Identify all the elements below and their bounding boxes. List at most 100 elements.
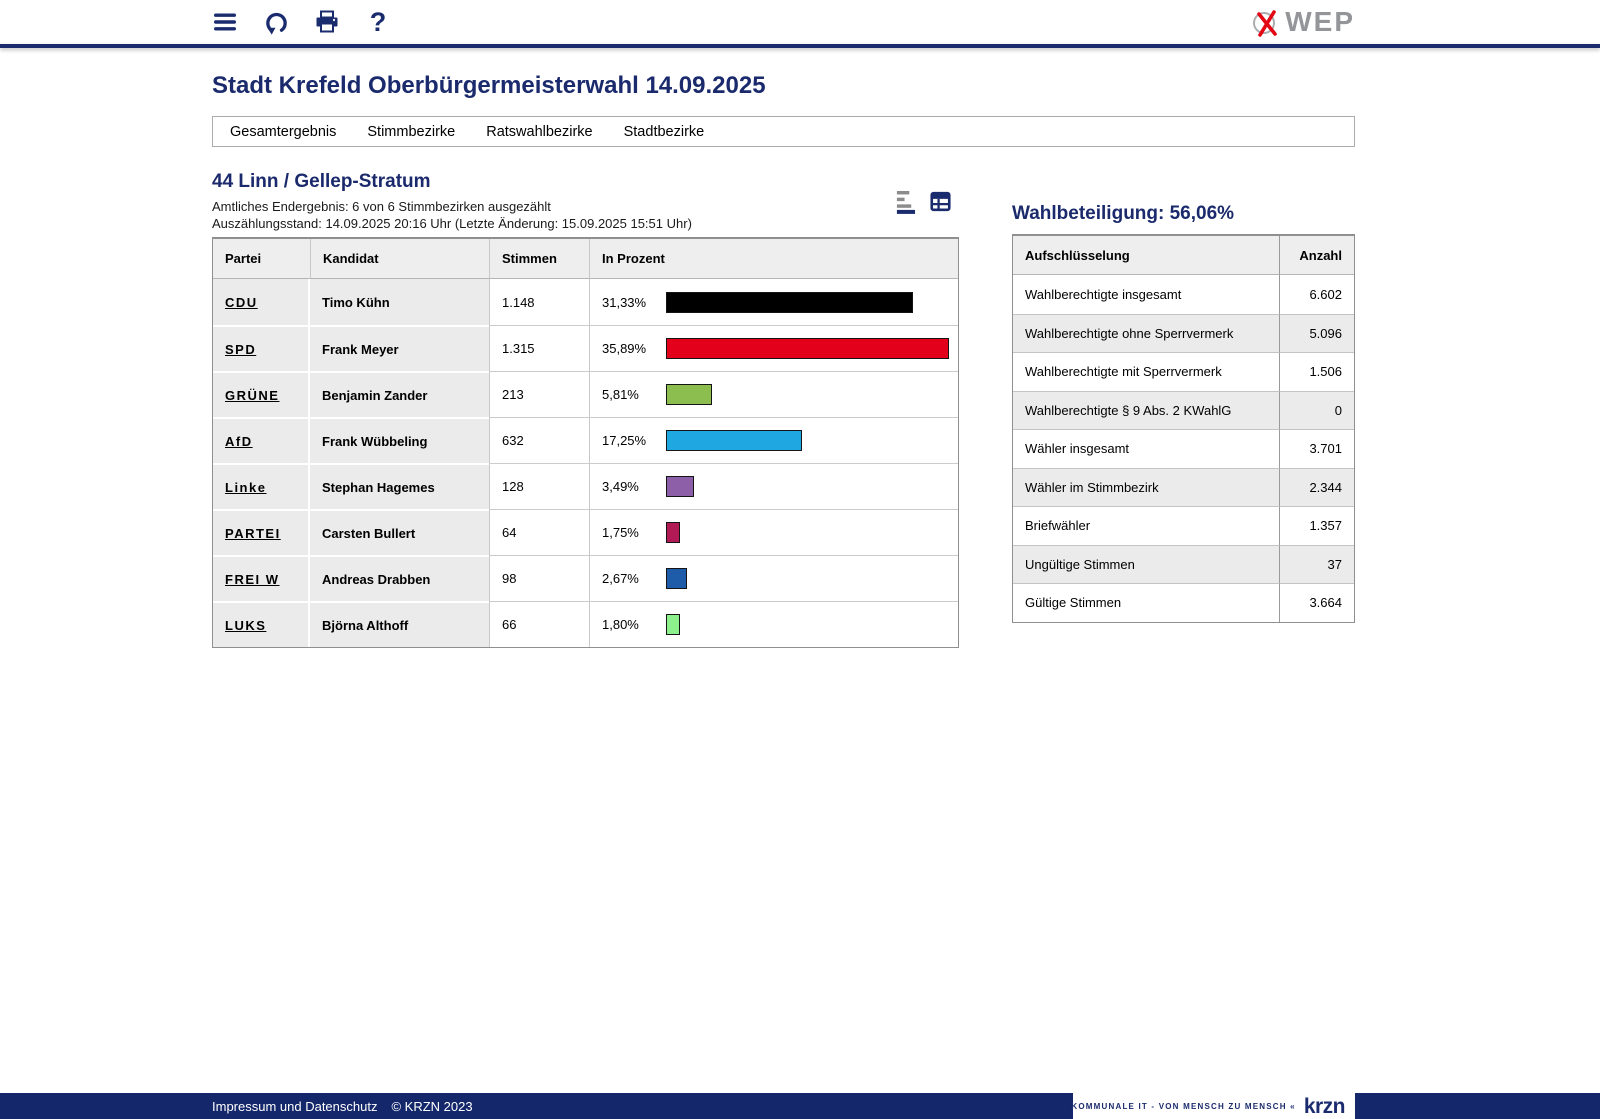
percent-bar	[666, 522, 680, 543]
turnout-row: Wahlberechtigte insgesamt6.602	[1013, 275, 1354, 314]
percent-value: 3,49%	[602, 479, 666, 494]
votes-value: 64	[489, 509, 589, 555]
votes-value: 632	[489, 417, 589, 463]
status-line-2: Auszählungsstand: 14.09.2025 20:16 Uhr (…	[212, 215, 959, 232]
percent-value: 1,80%	[602, 617, 666, 632]
candidate-name: Stephan Hagemes	[322, 480, 435, 495]
votes-value: 128	[489, 463, 589, 509]
percent-bar	[666, 384, 712, 405]
turnout-header-row: Aufschlüsselung Anzahl	[1013, 236, 1354, 275]
turnout-label: Ungültige Stimmen	[1013, 545, 1279, 584]
percent-bar	[666, 568, 687, 589]
col-header-anzahl: Anzahl	[1279, 236, 1354, 275]
turnout-label: Wahlberechtigte ohne Sperrvermerk	[1013, 314, 1279, 353]
print-icon[interactable]	[314, 9, 340, 35]
party-link[interactable]: SPD	[225, 342, 256, 357]
party-link[interactable]: GRÜNE	[225, 388, 279, 403]
turnout-row: Wahlberechtigte ohne Sperrvermerk5.096	[1013, 314, 1354, 353]
tab-stimmbezirke[interactable]: Stimmbezirke	[367, 124, 455, 140]
result-row-CDU: CDU Timo Kühn 1.148 31,33%	[213, 279, 958, 325]
turnout-heading: Wahlbeteiligung: 56,06%	[1012, 203, 1355, 225]
result-row-FREI W: FREI W Andreas Drabben 98 2,67%	[213, 555, 958, 601]
candidate-name: Andreas Drabben	[322, 572, 430, 587]
votes-value: 1.148	[489, 279, 589, 325]
turnout-row: Briefwähler1.357	[1013, 506, 1354, 545]
tab-ratswahlbezirke[interactable]: Ratswahlbezirke	[486, 124, 592, 140]
percent-value: 35,89%	[602, 341, 666, 356]
turnout-value: 6.602	[1279, 275, 1354, 314]
candidate-name: Frank Meyer	[322, 342, 399, 357]
turnout-label: Wähler insgesamt	[1013, 429, 1279, 468]
votes-value: 1.315	[489, 325, 589, 371]
turnout-value: 37	[1279, 545, 1354, 584]
col-header-kandidat: Kandidat	[310, 239, 489, 279]
candidate-name: Carsten Bullert	[322, 526, 415, 541]
turnout-value: 0	[1279, 391, 1354, 430]
percent-bar	[666, 292, 913, 313]
chart-view-icon[interactable]	[894, 189, 916, 213]
turnout-value: 3.701	[1279, 429, 1354, 468]
results-panel: 44 Linn / Gellep-Stratum Amtliches Ender…	[212, 147, 959, 648]
krzn-brand-box: » KOMMUNALE IT - VON MENSCH ZU MENSCH « …	[1073, 1093, 1355, 1119]
turnout-label: Briefwähler	[1013, 506, 1279, 545]
turnout-label: Wähler im Stimmbezirk	[1013, 468, 1279, 507]
table-view-icon[interactable]	[929, 189, 951, 213]
turnout-label: Wahlberechtigte mit Sperrvermerk	[1013, 352, 1279, 391]
result-row-Linke: Linke Stephan Hagemes 128 3,49%	[213, 463, 958, 509]
wep-logo-text: WEP	[1285, 6, 1355, 38]
percent-bar	[666, 476, 694, 497]
turnout-row: Ungültige Stimmen37	[1013, 545, 1354, 584]
turnout-row: Wahlberechtigte mit Sperrvermerk1.506	[1013, 352, 1354, 391]
percent-value: 31,33%	[602, 295, 666, 310]
menu-icon[interactable]	[212, 9, 238, 35]
turnout-row: Wähler im Stimmbezirk2.344	[1013, 468, 1354, 507]
main-content: Stadt Krefeld Oberbürgermeisterwahl 14.0…	[212, 72, 1355, 648]
votes-value: 66	[489, 601, 589, 647]
results-header-row: Partei Kandidat Stimmen In Prozent	[213, 239, 958, 279]
reload-icon[interactable]	[263, 9, 289, 35]
party-link[interactable]: CDU	[225, 295, 258, 310]
page-title: Stadt Krefeld Oberbürgermeisterwahl 14.0…	[212, 72, 1355, 100]
tab-bar: Gesamtergebnis Stimmbezirke Ratswahlbezirk…	[212, 116, 1355, 147]
result-row-GRÜNE: GRÜNEBenjamin Zander2135,81%	[213, 371, 958, 417]
turnout-row: Gültige Stimmen3.664	[1013, 583, 1354, 622]
percent-bar	[666, 338, 949, 359]
turnout-value: 3.664	[1279, 583, 1354, 622]
percent-value: 2,67%	[602, 571, 666, 586]
party-link[interactable]: Linke	[225, 480, 266, 495]
tab-gesamtergebnis[interactable]: Gesamtergebnis	[230, 124, 336, 140]
view-toggles	[894, 189, 951, 213]
party-link[interactable]: PARTEI	[225, 526, 281, 541]
krzn-tagline: » KOMMUNALE IT - VON MENSCH ZU MENSCH «	[1062, 1102, 1295, 1111]
party-link[interactable]: LUKS	[225, 618, 266, 633]
turnout-value: 1.357	[1279, 506, 1354, 545]
result-row-LUKS: LUKS Björna Althoff 66 1,80%	[213, 601, 958, 647]
ballot-cross-icon	[1251, 6, 1283, 38]
turnout-label: Wahlberechtigte insgesamt	[1013, 275, 1279, 314]
party-link[interactable]: FREI W	[225, 572, 280, 587]
percent-value: 1,75%	[602, 525, 666, 540]
percent-bar	[666, 430, 802, 451]
candidate-name: Timo Kühn	[322, 295, 390, 310]
impressum-link[interactable]: Impressum und Datenschutz	[212, 1099, 377, 1114]
tab-stadtbezirke[interactable]: Stadtbezirke	[624, 124, 705, 140]
krzn-logo: krzn	[1304, 1096, 1345, 1117]
help-icon[interactable]: ?	[365, 9, 391, 35]
result-row-PARTEI: PARTEI Carsten Bullert 64 1,75%	[213, 509, 958, 555]
col-header-partei: Partei	[213, 239, 310, 279]
percent-value: 17,25%	[602, 433, 666, 448]
turnout-table: Aufschlüsselung Anzahl Wahlberechtigte i…	[1012, 234, 1355, 623]
footer: Impressum und Datenschutz © KRZN 2023 » …	[0, 1093, 1600, 1119]
party-link[interactable]: AfD	[225, 434, 253, 449]
footer-copyright: © KRZN 2023	[391, 1099, 472, 1114]
candidate-name: Björna Althoff	[322, 618, 408, 633]
votes-value: 98	[489, 555, 589, 601]
candidate-name: Frank Wübbeling	[322, 434, 427, 449]
percent-value: 5,81%	[602, 387, 666, 402]
turnout-value: 1.506	[1279, 352, 1354, 391]
col-header-stimmen: Stimmen	[489, 239, 589, 279]
turnout-row: Wahlberechtigte § 9 Abs. 2 KWahlG0	[1013, 391, 1354, 430]
district-heading: 44 Linn / Gellep-Stratum	[212, 171, 959, 193]
help-glyph: ?	[370, 9, 387, 36]
turnout-panel: Wahlbeteiligung: 56,06% Aufschlüsselung …	[1012, 147, 1355, 648]
